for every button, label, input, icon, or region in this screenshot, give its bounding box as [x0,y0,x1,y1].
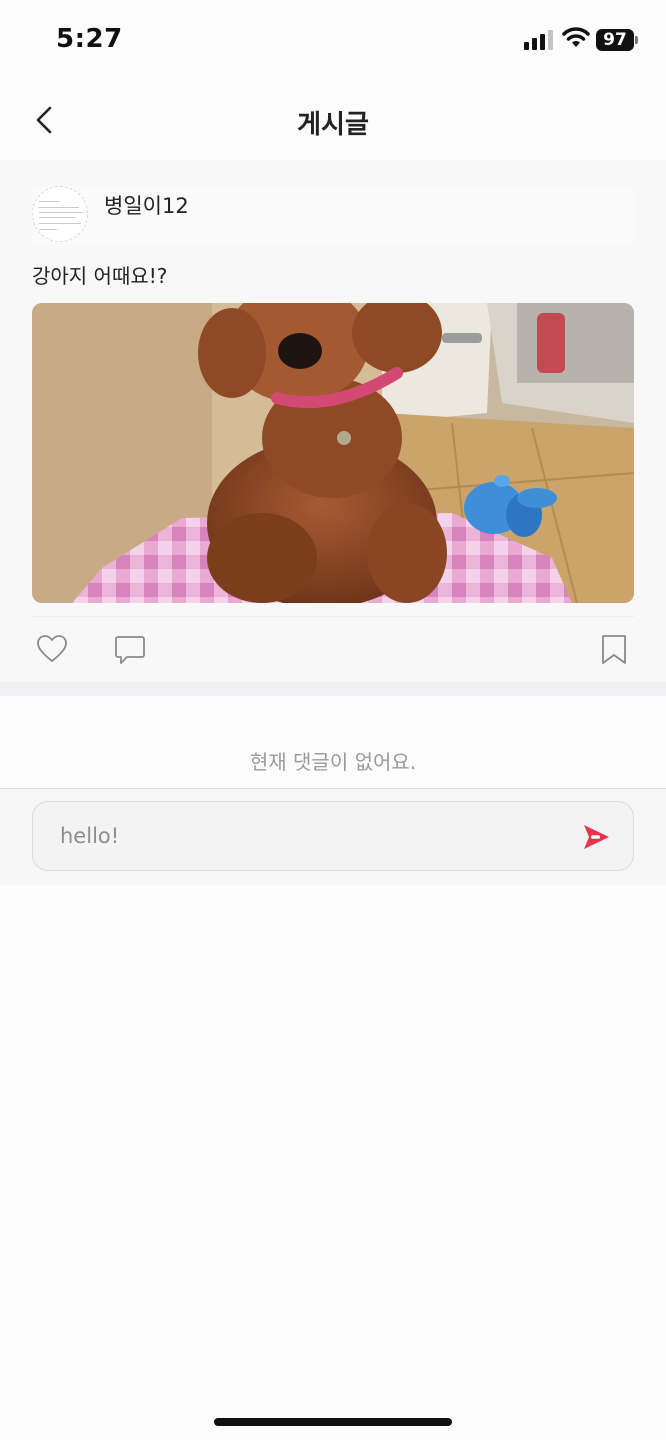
comment-input-field[interactable]: hello! [32,801,634,871]
like-heart-icon[interactable] [36,634,68,664]
signal-icon [524,30,553,50]
home-indicator [214,1418,452,1426]
post-card: 병일이12 강아지 어때요!? [0,160,666,682]
bookmark-icon[interactable] [600,634,628,666]
comment-input-bar: hello! [0,788,666,885]
author-row[interactable]: 병일이12 [32,186,634,244]
post-text: 강아지 어때요!? [32,264,168,288]
comment-input-text[interactable]: hello! [60,824,119,848]
top-navigation: 게시글 [0,80,666,160]
send-icon[interactable] [581,822,611,852]
wifi-icon [562,27,590,47]
battery-nub [635,36,638,44]
page-title: 게시글 [297,110,369,140]
empty-comments-message: 현재 댓글이 없어요. [249,750,417,774]
divider [32,616,634,617]
section-gap [0,682,666,696]
battery-indicator: 97 [596,29,634,51]
author-name[interactable]: 병일이12 [104,190,189,220]
post-image[interactable] [32,303,634,603]
dog-photo [32,303,634,603]
status-bar: 5:27 97 [0,0,666,80]
comment-bubble-icon[interactable] [114,634,146,666]
avatar[interactable] [32,186,88,242]
status-time: 5:27 [56,24,123,54]
